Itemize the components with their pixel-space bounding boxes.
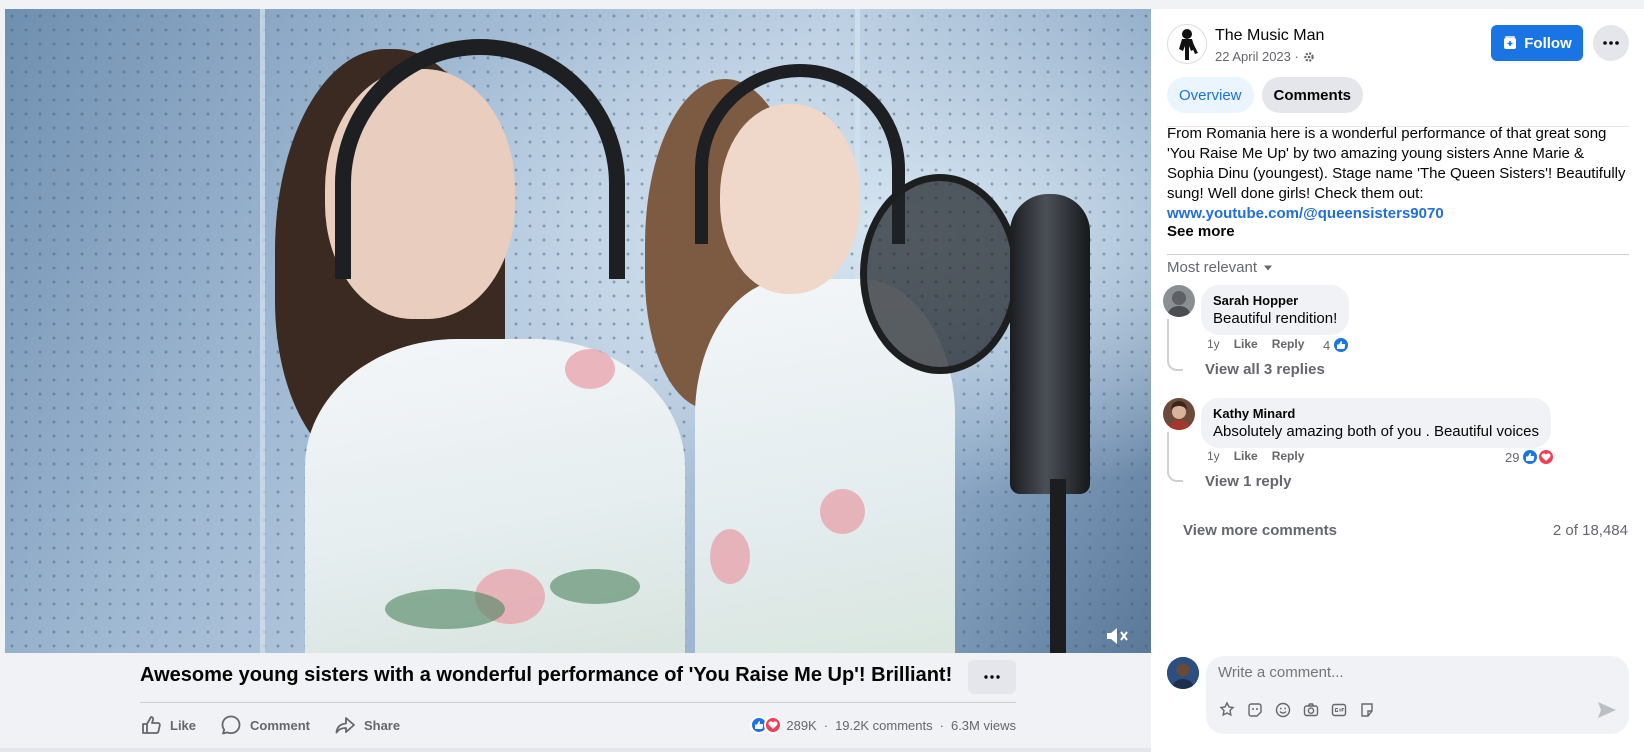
comment-meta: 1y Like Reply	[1207, 337, 1304, 351]
see-more-button[interactable]: See more	[1167, 223, 1235, 240]
chevron-down-icon	[1264, 265, 1273, 270]
share-button[interactable]: Share	[334, 714, 400, 736]
like-label: Like	[170, 717, 197, 733]
view-count: 6.3M views	[950, 717, 1016, 733]
emoji-icon[interactable]	[1274, 701, 1292, 719]
thread-line	[1167, 319, 1183, 371]
view-replies-button[interactable]: View all 3 replies	[1205, 361, 1325, 378]
post-description: From Romania here is a wonderful perform…	[1167, 124, 1629, 224]
studio-microphone	[1010, 194, 1090, 494]
divider	[140, 702, 1016, 703]
page-avatar[interactable]	[1167, 24, 1207, 64]
comment-meta: 1y Like Reply	[1207, 449, 1304, 463]
comment-input[interactable]	[1218, 664, 1598, 681]
like-icon	[142, 716, 161, 734]
comment-composer	[1206, 656, 1629, 734]
avatar-sticker-icon[interactable]	[1218, 701, 1236, 719]
thread-line	[1167, 432, 1183, 482]
bottom-strip	[0, 748, 1151, 752]
comment-reactions[interactable]: 29	[1505, 448, 1556, 466]
divider	[1167, 254, 1629, 255]
comment-sort-dropdown[interactable]: Most relevant	[1167, 259, 1273, 276]
gif-icon[interactable]	[1330, 701, 1348, 719]
video-options-button[interactable]	[968, 660, 1016, 694]
separator: ·	[823, 717, 829, 733]
love-reaction-icon	[764, 716, 783, 734]
video-title: Awesome young sisters with a wonderful p…	[140, 664, 953, 686]
comment-author[interactable]: Sarah Hopper	[1213, 293, 1337, 308]
comment-button[interactable]: Comment	[220, 714, 310, 736]
sticker-icon[interactable]	[1246, 701, 1264, 719]
avatar[interactable]	[1163, 398, 1195, 430]
follow-label: Follow	[1524, 34, 1572, 52]
top-strip	[0, 0, 1644, 9]
follow-icon	[1504, 36, 1517, 49]
follow-button[interactable]: Follow	[1491, 25, 1583, 61]
view-replies-button[interactable]: View 1 reply	[1205, 473, 1291, 490]
separator: ·	[939, 717, 944, 733]
mute-icon[interactable]	[1105, 626, 1129, 646]
view-more-comments-button[interactable]: View more comments	[1183, 522, 1337, 539]
dress-flower	[820, 489, 865, 534]
microphone-stand	[1050, 479, 1066, 653]
comment-reaction-count: 4	[1323, 337, 1331, 353]
comment-text: Absolutely amazing both of you . Beautif…	[1213, 423, 1540, 440]
comment-icon	[221, 715, 241, 735]
panel-seam	[260, 9, 265, 653]
post-description-text: From Romania here is a wonderful perform…	[1167, 125, 1626, 202]
share-label: Share	[363, 717, 401, 733]
like-reaction-icon	[1332, 336, 1351, 354]
comment-reactions[interactable]: 4	[1323, 336, 1351, 354]
comment-like-button[interactable]: Like	[1234, 449, 1258, 463]
ellipsis-icon	[1603, 41, 1619, 45]
composer-tools	[1218, 701, 1376, 719]
post-date-text: 22 April 2023 ·	[1215, 49, 1299, 64]
comment-reaction-count: 29	[1505, 449, 1520, 465]
reaction-count[interactable]: 289K	[786, 718, 816, 733]
video-player[interactable]	[5, 9, 1151, 653]
dress-leaf	[385, 589, 505, 629]
settings-icon	[1304, 51, 1314, 62]
post-more-button[interactable]	[1593, 25, 1629, 61]
post-stats: 289K · 19.2K comments · 6.3M views	[750, 716, 1016, 734]
post-actions: Like Comment Share	[140, 712, 400, 738]
youtube-link[interactable]: www.youtube.com/@queensisters9070	[1167, 204, 1629, 224]
tab-comments[interactable]: Comments	[1261, 77, 1364, 113]
comment-age[interactable]: 1y	[1207, 449, 1220, 463]
camera-icon[interactable]	[1302, 701, 1320, 719]
comment-count-label: 2 of 18,484	[1552, 522, 1628, 539]
comment-count[interactable]: 19.2K comments	[835, 718, 933, 733]
tab-overview[interactable]: Overview	[1167, 77, 1254, 113]
share-icon	[335, 717, 355, 734]
comment-bubble: Kathy Minard Absolutely amazing both of …	[1201, 398, 1552, 448]
love-reaction-icon	[1537, 448, 1556, 466]
comment-reply-button[interactable]: Reply	[1272, 337, 1305, 351]
dress-flower	[565, 349, 615, 389]
comment-label: Comment	[250, 717, 310, 733]
post-date[interactable]: 22 April 2023 ·	[1215, 49, 1315, 64]
comment-age[interactable]: 1y	[1207, 337, 1220, 351]
like-button[interactable]: Like	[140, 714, 196, 736]
sticker-pack-icon[interactable]	[1358, 701, 1376, 719]
post-side-panel: The Music Man 22 April 2023 · Follow Ove…	[1151, 9, 1644, 752]
post-tabs: Overview Comments	[1167, 77, 1364, 113]
sort-label: Most relevant	[1167, 259, 1258, 276]
ellipsis-icon	[984, 675, 1000, 679]
comment-reply-button[interactable]: Reply	[1272, 449, 1305, 463]
send-icon[interactable]	[1597, 701, 1617, 719]
avatar[interactable]	[1167, 657, 1199, 689]
music-man-logo-icon	[1179, 29, 1198, 60]
page-name[interactable]: The Music Man	[1215, 27, 1324, 45]
dress-flower	[710, 529, 750, 584]
comment-bubble: Sarah Hopper Beautiful rendition!	[1201, 285, 1350, 335]
comment-like-button[interactable]: Like	[1234, 337, 1258, 351]
comment-author[interactable]: Kathy Minard	[1213, 406, 1539, 421]
comment-text: Beautiful rendition!	[1213, 310, 1338, 327]
pop-filter	[860, 174, 1020, 374]
avatar[interactable]	[1163, 285, 1195, 317]
dress-leaf	[550, 569, 640, 604]
